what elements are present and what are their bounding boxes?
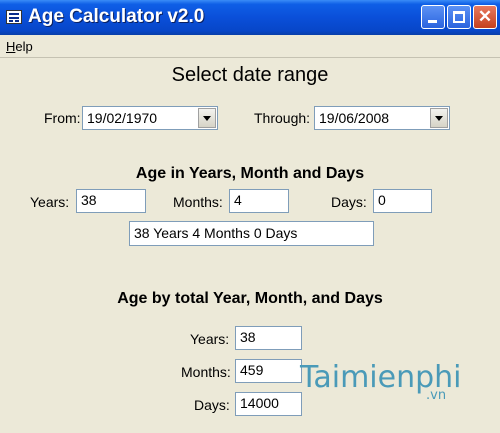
age-summary-field[interactable]: 38 Years 4 Months 0 Days <box>129 221 374 246</box>
menu-help[interactable]: Help <box>6 39 33 54</box>
chevron-down-icon[interactable] <box>198 108 216 128</box>
through-date-value: 19/06/2008 <box>319 110 390 126</box>
through-label: Through: <box>254 110 311 126</box>
date-range-heading: Select date range <box>171 64 329 86</box>
age-months-label: Months: <box>173 194 223 210</box>
age-years-label: Years: <box>30 194 70 210</box>
total-days-field[interactable]: 14000 <box>235 392 302 416</box>
close-icon: ✕ <box>477 7 493 26</box>
minimize-icon <box>428 20 437 23</box>
from-date-value: 19/02/1970 <box>87 110 158 126</box>
menu-help-mnemonic: H <box>6 39 16 54</box>
chevron-down-icon[interactable] <box>430 108 448 128</box>
window-title: Age Calculator v2.0 <box>28 6 205 27</box>
minimize-button[interactable] <box>421 5 445 29</box>
total-years-label: Years: <box>190 331 230 347</box>
total-months-field[interactable]: 459 <box>235 359 302 383</box>
total-years-field[interactable]: 38 <box>235 326 302 350</box>
age-years-field[interactable]: 38 <box>76 189 146 213</box>
watermark-suffix: .vn <box>426 388 447 403</box>
through-date-select[interactable]: 19/06/2008 <box>314 106 450 130</box>
title-bar[interactable]: Age Calculator v2.0 ✕ <box>0 0 500 35</box>
age-days-label: Days: <box>331 194 367 210</box>
app-icon <box>6 10 22 24</box>
total-days-label: Days: <box>194 397 230 413</box>
age-days-field[interactable]: 0 <box>373 189 432 213</box>
from-label: From: <box>44 110 81 126</box>
age-months-field[interactable]: 4 <box>229 189 289 213</box>
menu-bar: Help <box>0 35 500 58</box>
age-heading: Age in Years, Month and Days <box>135 165 365 182</box>
totals-heading: Age by total Year, Month, and Days <box>117 290 383 307</box>
maximize-icon <box>453 11 465 23</box>
close-button[interactable]: ✕ <box>473 5 497 29</box>
from-date-select[interactable]: 19/02/1970 <box>82 106 218 130</box>
menu-help-label: elp <box>15 39 33 54</box>
total-months-label: Months: <box>181 364 231 380</box>
maximize-button[interactable] <box>447 5 471 29</box>
watermark-logo: Taimienphi .vn <box>300 360 462 403</box>
